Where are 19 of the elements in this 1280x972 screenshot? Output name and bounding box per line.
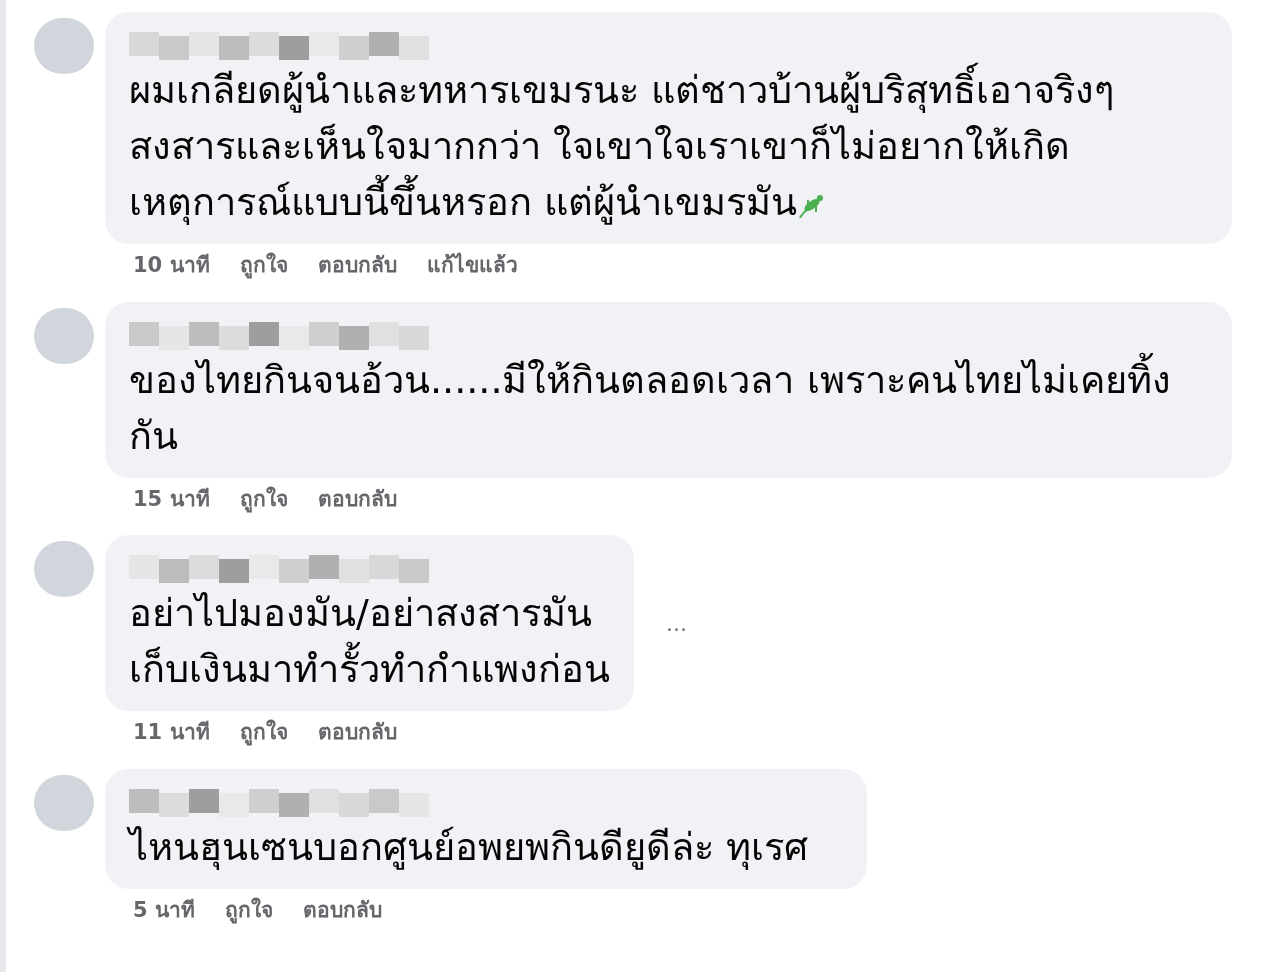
- comment-time[interactable]: 10 นาที: [133, 250, 210, 282]
- comment-time[interactable]: 5 นาที: [133, 894, 195, 926]
- reply-link[interactable]: ตอบกลับ: [317, 483, 397, 515]
- reply-link[interactable]: ตอบกลับ: [302, 894, 382, 926]
- like-link[interactable]: ถูกใจ: [239, 717, 288, 749]
- like-link[interactable]: ถูกใจ: [224, 894, 273, 926]
- avatar[interactable]: [34, 18, 94, 74]
- reply-link[interactable]: ตอบกลับ: [317, 717, 397, 749]
- edited-label: แก้ไขแล้ว: [426, 251, 518, 279]
- like-link[interactable]: ถูกใจ: [239, 483, 288, 515]
- avatar[interactable]: [34, 541, 94, 597]
- comment-time[interactable]: 11 นาที: [133, 717, 210, 749]
- more-options-button[interactable]: ...: [660, 606, 693, 640]
- comment-text: ของไทยกินจนอ้วน......มีให้กินตลอดเวลา เพราะคนไทยไม่เคยทิ้งกัน: [129, 351, 1208, 464]
- comment-text: ผมเกลียดผู้นำและทหารเขมรนะ แต่ชาวบ้านผู้บริสุทธิ์เอาจริงๆ สงสารและเห็นใจมากกว่า ใจเขาใจเราเขาก็ไม่อยากให้เกิดเหตุการณ์แบบนี้ขึ้นหรอก แต่ผู้นำเขมรมัน: [129, 62, 1208, 230]
- reply-link[interactable]: ตอบกลับ: [317, 250, 397, 282]
- like-link[interactable]: ถูกใจ: [239, 250, 288, 282]
- comment-text: อย่าไปมองมัน/อย่าสงสารมัน เก็บเงินมาทำรั้วทำกำแพงก่อน: [129, 590, 610, 693]
- comment-time[interactable]: 15 นาที: [133, 483, 210, 515]
